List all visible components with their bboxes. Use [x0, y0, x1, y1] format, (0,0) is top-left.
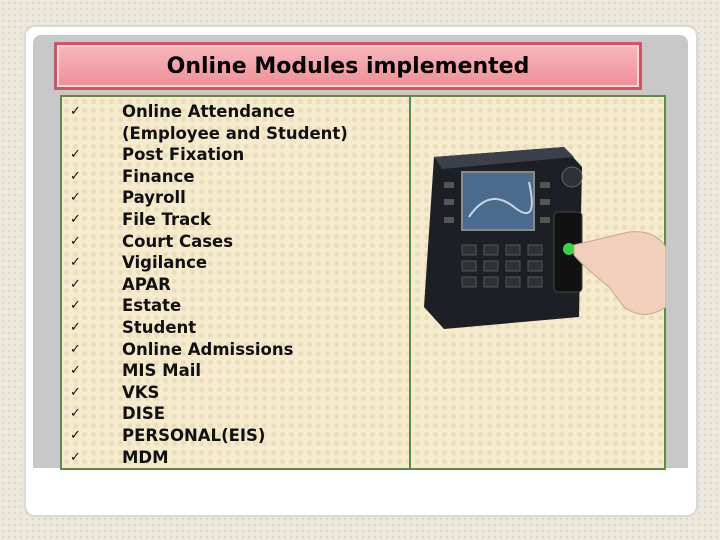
module-item: ✓ Vigilance [62, 252, 408, 274]
checkmark-icon: ✓ [70, 211, 81, 227]
module-label: Vigilance [122, 253, 208, 273]
checkmark-icon: ✓ [70, 168, 81, 184]
module-item: ✓ Online Admissions [62, 339, 408, 361]
checkmark-icon: ✓ [70, 233, 81, 249]
checkmark-icon: ✓ [70, 190, 81, 206]
module-label: APAR [122, 274, 171, 294]
module-item: ✓ File Track [62, 209, 408, 231]
checkmark-icon: ✓ [70, 363, 81, 379]
module-label: VKS [122, 382, 160, 402]
module-item: (Employee and Student) [62, 123, 408, 145]
module-item: ✓ Post Fixation [62, 144, 408, 166]
module-item: ✓ Court Cases [62, 231, 408, 253]
modules-table: ✓ Online Attendance (Employee and Student)… [60, 95, 666, 470]
module-item: ✓ VKS [62, 382, 408, 404]
checkmark-icon: ✓ [70, 255, 81, 271]
checkmark-icon: ✓ [70, 406, 81, 422]
module-label: MIS Mail [122, 361, 202, 381]
module-item: ✓ MDM [62, 447, 408, 469]
checkmark-icon: ✓ [70, 104, 81, 119]
module-item: ✓ PERSONAL(EIS) [62, 425, 408, 447]
module-label: (Employee and Student) [122, 123, 348, 143]
checkmark-icon: ✓ [70, 276, 81, 292]
module-item: ✓ APAR [62, 274, 408, 296]
checkmark-icon: ✓ [70, 427, 81, 443]
module-item: ✓ Student [62, 317, 408, 339]
module-label: Court Cases [122, 231, 234, 251]
module-label: DISE [122, 404, 165, 424]
module-item: ✓ DISE [62, 403, 408, 425]
module-item: ✓ Estate [62, 295, 408, 317]
module-item: ✓ MIS Mail [62, 360, 408, 382]
module-label: Online Admissions [122, 339, 294, 359]
checkmark-icon: ✓ [70, 147, 81, 163]
biometric-attendance-device-image [424, 147, 666, 329]
title-banner: Online Modules implemented [54, 42, 642, 90]
module-label: Post Fixation [122, 145, 245, 165]
checkmark-icon: ✓ [70, 384, 81, 400]
module-label: PERSONAL(EIS) [122, 425, 266, 445]
module-label: Finance [122, 166, 195, 186]
checkmark-icon: ✓ [70, 298, 81, 314]
checkmark-icon: ✓ [70, 449, 81, 465]
module-label: Payroll [122, 188, 186, 208]
module-label: MDM [122, 447, 169, 467]
checkmark-icon: ✓ [70, 341, 81, 357]
module-label: Estate [122, 296, 182, 316]
module-label: Online Attendance [122, 102, 295, 121]
slide-title: Online Modules implemented [166, 53, 530, 79]
module-label: File Track [122, 209, 211, 229]
module-item: ✓ Online Attendance [62, 101, 408, 123]
module-item: ✓ Payroll [62, 187, 408, 209]
module-label: Student [122, 317, 197, 337]
modules-list: ✓ Online Attendance (Employee and Student)… [62, 101, 408, 468]
module-item: ✓ Finance [62, 166, 408, 188]
checkmark-icon: ✓ [70, 319, 81, 335]
column-divider [409, 97, 411, 468]
